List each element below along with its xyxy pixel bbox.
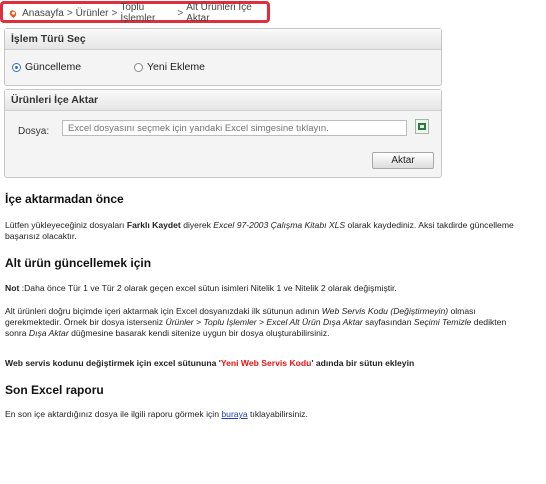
location-pin-icon — [8, 8, 18, 18]
section-instructions-text: Alt ürünleri doğru biçimde içeri aktarma… — [5, 306, 507, 338]
update-radio-label: Güncelleme — [25, 61, 82, 73]
operation-type-title: İşlem Türü Seç — [5, 29, 441, 50]
file-input[interactable] — [62, 120, 407, 136]
section-last-report-text: En son içe aktardığınız dosya ile ilgili… — [5, 409, 308, 419]
breadcrumb-separator: > — [177, 7, 184, 19]
file-label: Dosya: — [18, 126, 50, 137]
new-add-radio-label: Yeni Ekleme — [147, 61, 205, 73]
submit-import-button[interactable]: Aktar — [372, 152, 434, 169]
section-before-import-title: İçe aktarmadan önce — [5, 192, 124, 206]
radio-selected-icon[interactable] — [12, 62, 21, 72]
section-note-text: Not :Daha önce Tür 1 ve Tür 2 olarak geç… — [5, 283, 397, 293]
excel-file-icon[interactable] — [415, 119, 429, 134]
radio-unselected-icon[interactable] — [134, 62, 143, 72]
breadcrumb-home[interactable]: Anasayfa — [22, 8, 64, 19]
report-link[interactable]: buraya — [221, 409, 247, 419]
section-last-report-title: Son Excel raporu — [5, 383, 104, 397]
breadcrumb: Anasayfa > Ürünler > Toplu İşlemler > Al… — [6, 2, 266, 24]
operation-type-panel: İşlem Türü Seç Güncelleme Yeni Ekleme — [4, 28, 442, 86]
import-panel-title: Ürünleri İçe Aktar — [5, 90, 441, 111]
update-radio-option[interactable]: Güncelleme — [12, 61, 81, 73]
section-sub-product-update-title: Alt ürün güncellemek için — [5, 256, 152, 270]
breadcrumb-current: Alt Ürünleri İçe Aktar — [186, 2, 252, 24]
breadcrumb-separator: > — [111, 7, 118, 19]
section-webservice-code-text: Web servis kodunu değiştirmek için excel… — [5, 358, 415, 368]
breadcrumb-bulk-operations[interactable]: Toplu İşlemler — [120, 2, 174, 24]
section-before-import-text: Lütfen yükleyeceğiniz dosyaları Farklı K… — [5, 220, 514, 241]
breadcrumb-separator: > — [66, 7, 73, 19]
new-add-radio-option[interactable]: Yeni Ekleme — [134, 61, 205, 73]
breadcrumb-products[interactable]: Ürünler — [76, 8, 109, 19]
